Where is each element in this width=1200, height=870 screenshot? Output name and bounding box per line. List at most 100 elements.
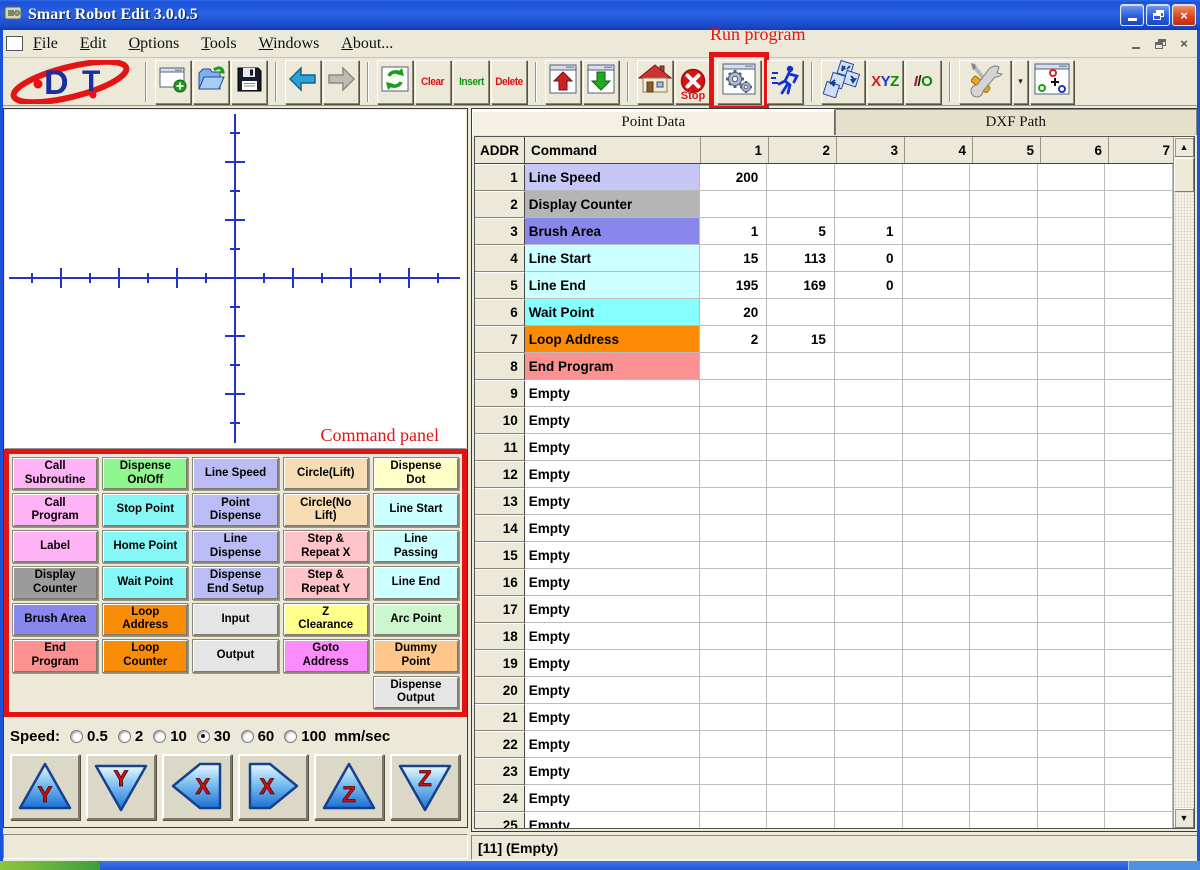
run-program-button[interactable] (717, 60, 761, 104)
header-col-5[interactable]: 5 (973, 137, 1041, 163)
command-button-line-start[interactable]: Line Start (373, 493, 459, 526)
row-value-col7[interactable] (1105, 596, 1173, 623)
row-address[interactable]: 2 (475, 191, 525, 218)
row-value-col2[interactable] (767, 407, 835, 434)
row-address[interactable]: 8 (475, 353, 525, 380)
row-value-col6[interactable] (1038, 515, 1106, 542)
refresh-button[interactable] (377, 60, 413, 104)
row-command[interactable]: Empty (525, 758, 700, 785)
row-address[interactable]: 11 (475, 434, 525, 461)
row-value-col1[interactable] (700, 677, 768, 704)
row-value-col3[interactable] (835, 812, 903, 828)
row-value-col1[interactable]: 195 (700, 272, 768, 299)
back-button[interactable] (285, 60, 321, 104)
row-value-col7[interactable] (1105, 272, 1173, 299)
command-button-input[interactable]: Input (192, 603, 278, 636)
row-address[interactable]: 12 (475, 461, 525, 488)
row-value-col1[interactable] (700, 461, 768, 488)
row-value-col2[interactable] (767, 731, 835, 758)
row-value-col6[interactable] (1038, 542, 1106, 569)
command-button-arc-point[interactable]: Arc Point (373, 603, 459, 636)
header-command[interactable]: Command (525, 137, 701, 163)
row-command[interactable]: Empty (525, 407, 700, 434)
row-address[interactable]: 7 (475, 326, 525, 353)
row-value-col7[interactable] (1105, 218, 1173, 245)
mdi-child-icon[interactable] (6, 36, 23, 51)
row-value-col6[interactable] (1038, 407, 1106, 434)
command-button-end-program[interactable]: End Program (12, 639, 98, 672)
row-value-col3[interactable]: 0 (835, 272, 903, 299)
row-value-col5[interactable] (970, 758, 1038, 785)
row-value-col1[interactable]: 20 (700, 299, 768, 326)
row-value-col4[interactable] (903, 380, 971, 407)
command-button-line-speed[interactable]: Line Speed (192, 457, 278, 490)
row-value-col2[interactable]: 113 (767, 245, 835, 272)
jog-y-down-button[interactable]: Y (86, 754, 156, 820)
row-value-col2[interactable] (767, 542, 835, 569)
row-value-col1[interactable] (700, 650, 768, 677)
row-value-col2[interactable]: 169 (767, 272, 835, 299)
row-command[interactable]: Empty (525, 488, 700, 515)
plot-area[interactable] (5, 110, 466, 449)
row-value-col6[interactable] (1038, 623, 1106, 650)
row-value-col7[interactable] (1105, 407, 1173, 434)
row-command[interactable]: End Program (525, 353, 700, 380)
row-value-col7[interactable] (1105, 353, 1173, 380)
row-value-col6[interactable] (1038, 299, 1106, 326)
row-value-col5[interactable] (970, 299, 1038, 326)
row-value-col2[interactable] (767, 569, 835, 596)
run-fast-button[interactable] (767, 60, 803, 104)
row-value-col4[interactable] (903, 407, 971, 434)
xyz-button[interactable]: XYZ (867, 60, 903, 104)
row-value-col7[interactable] (1105, 731, 1173, 758)
row-value-col4[interactable] (903, 353, 971, 380)
row-value-col5[interactable] (970, 407, 1038, 434)
row-value-col6[interactable] (1038, 272, 1106, 299)
row-value-col6[interactable] (1038, 704, 1106, 731)
row-value-col2[interactable] (767, 650, 835, 677)
row-value-col1[interactable] (700, 596, 768, 623)
row-value-col1[interactable] (700, 191, 768, 218)
row-value-col3[interactable]: 0 (835, 245, 903, 272)
row-value-col2[interactable] (767, 299, 835, 326)
row-address[interactable]: 17 (475, 596, 525, 623)
row-address[interactable]: 4 (475, 245, 525, 272)
row-value-col5[interactable] (970, 569, 1038, 596)
row-value-col7[interactable] (1105, 299, 1173, 326)
menu-item-options[interactable]: Options (129, 35, 180, 53)
row-value-col1[interactable]: 15 (700, 245, 768, 272)
row-value-col4[interactable] (903, 272, 971, 299)
tools-button[interactable] (959, 60, 1011, 104)
row-value-col6[interactable] (1038, 434, 1106, 461)
row-command[interactable]: Empty (525, 515, 700, 542)
header-col-6[interactable]: 6 (1041, 137, 1109, 163)
row-value-col7[interactable] (1105, 191, 1173, 218)
tab-dxf-path[interactable]: DXF Path (835, 109, 1198, 135)
row-address[interactable]: 10 (475, 407, 525, 434)
row-value-col3[interactable] (835, 677, 903, 704)
row-value-col7[interactable] (1105, 380, 1173, 407)
row-value-col1[interactable] (700, 785, 768, 812)
command-button-dispense-dot[interactable]: Dispense Dot (373, 457, 459, 490)
row-value-col7[interactable] (1105, 164, 1173, 191)
row-value-col5[interactable] (970, 488, 1038, 515)
row-value-col6[interactable] (1038, 245, 1106, 272)
row-value-col5[interactable] (970, 434, 1038, 461)
row-value-col6[interactable] (1038, 785, 1106, 812)
command-button-dummy-point[interactable]: Dummy Point (373, 639, 459, 672)
row-address[interactable]: 19 (475, 650, 525, 677)
row-address[interactable]: 3 (475, 218, 525, 245)
row-value-col7[interactable] (1105, 704, 1173, 731)
command-button-step-repeat-x[interactable]: Step & Repeat X (283, 530, 369, 563)
header-col-4[interactable]: 4 (905, 137, 973, 163)
row-value-col2[interactable] (767, 164, 835, 191)
command-button-display-counter[interactable]: Display Counter (12, 566, 98, 599)
row-value-col2[interactable] (767, 758, 835, 785)
row-value-col5[interactable] (970, 623, 1038, 650)
row-command[interactable]: Line End (525, 272, 700, 299)
row-address[interactable]: 24 (475, 785, 525, 812)
row-value-col7[interactable] (1105, 812, 1173, 828)
row-value-col2[interactable] (767, 488, 835, 515)
row-value-col5[interactable] (970, 731, 1038, 758)
header-col-3[interactable]: 3 (837, 137, 905, 163)
